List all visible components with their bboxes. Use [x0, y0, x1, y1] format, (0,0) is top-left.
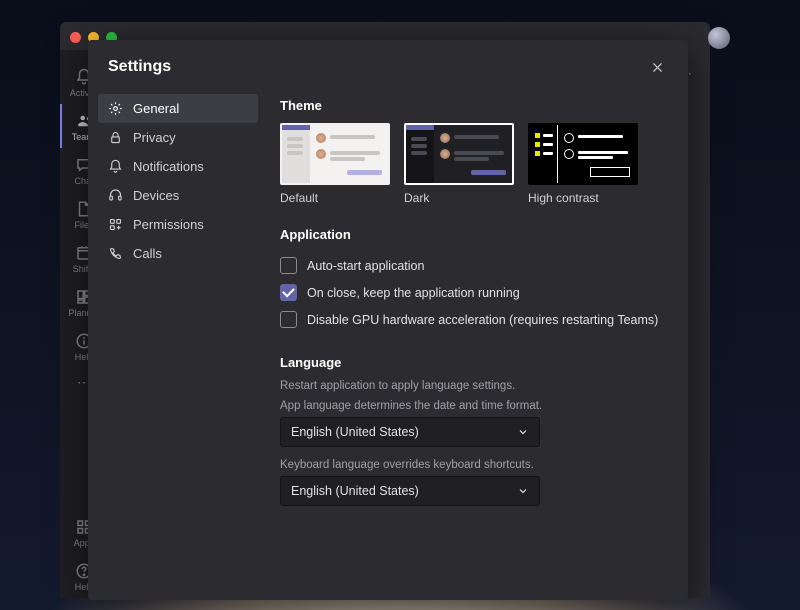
- theme-label: Dark: [404, 191, 514, 205]
- check-label: Auto-start application: [307, 259, 424, 273]
- nav-general[interactable]: General: [98, 94, 258, 123]
- nav-label: Notifications: [133, 159, 204, 174]
- auto-start-row[interactable]: Auto-start application: [280, 252, 664, 279]
- nav-label: Devices: [133, 188, 179, 203]
- select-value: English (United States): [291, 425, 419, 439]
- nav-permissions[interactable]: Permissions: [98, 210, 258, 239]
- disable-gpu-checkbox[interactable]: [280, 311, 297, 328]
- nav-devices[interactable]: Devices: [98, 181, 258, 210]
- theme-preview-dark: [404, 123, 514, 185]
- chevron-down-icon: [517, 426, 529, 438]
- headset-icon: [108, 188, 123, 203]
- theme-high-contrast[interactable]: High contrast: [528, 123, 638, 205]
- theme-preview-default: [280, 123, 390, 185]
- dialog-header: Settings: [88, 40, 688, 90]
- app-language-label: App language determines the date and tim…: [280, 400, 664, 412]
- check-label: On close, keep the application running: [307, 286, 520, 300]
- nav-calls[interactable]: Calls: [98, 239, 258, 268]
- lock-icon: [108, 130, 123, 145]
- avatar[interactable]: [708, 27, 730, 49]
- theme-label: High contrast: [528, 191, 638, 205]
- bell-icon: [108, 159, 123, 174]
- settings-nav: General Privacy Notifications Devices Pe…: [88, 90, 268, 600]
- nav-label: Permissions: [133, 217, 204, 232]
- close-button[interactable]: [646, 56, 668, 78]
- theme-heading: Theme: [280, 98, 664, 113]
- theme-options: Default Dark: [280, 123, 664, 205]
- dialog-title: Settings: [108, 58, 171, 76]
- select-value: English (United States): [291, 484, 419, 498]
- nav-notifications[interactable]: Notifications: [98, 152, 258, 181]
- app-language-select[interactable]: English (United States): [280, 417, 540, 447]
- nav-label: Calls: [133, 246, 162, 261]
- disable-gpu-row[interactable]: Disable GPU hardware acceleration (requi…: [280, 306, 664, 333]
- permissions-icon: [108, 217, 123, 232]
- nav-label: Privacy: [133, 130, 176, 145]
- theme-label: Default: [280, 191, 390, 205]
- nav-label: General: [133, 101, 179, 116]
- keep-running-checkbox[interactable]: [280, 284, 297, 301]
- auto-start-checkbox[interactable]: [280, 257, 297, 274]
- settings-dialog: Settings General Privacy Notifications D…: [88, 40, 688, 600]
- close-icon: [651, 61, 664, 74]
- theme-default[interactable]: Default: [280, 123, 390, 205]
- chevron-down-icon: [517, 485, 529, 497]
- application-heading: Application: [280, 227, 664, 242]
- nav-privacy[interactable]: Privacy: [98, 123, 258, 152]
- keyboard-language-select[interactable]: English (United States): [280, 476, 540, 506]
- language-restart-note: Restart application to apply language se…: [280, 380, 664, 392]
- theme-preview-high-contrast: [528, 123, 638, 185]
- close-window-icon[interactable]: [70, 32, 81, 43]
- check-label: Disable GPU hardware acceleration (requi…: [307, 313, 658, 327]
- language-heading: Language: [280, 355, 664, 370]
- phone-icon: [108, 246, 123, 261]
- keyboard-language-label: Keyboard language overrides keyboard sho…: [280, 459, 664, 471]
- keep-running-row[interactable]: On close, keep the application running: [280, 279, 664, 306]
- settings-content: Theme Default: [268, 90, 688, 600]
- gear-icon: [108, 101, 123, 116]
- theme-dark[interactable]: Dark: [404, 123, 514, 205]
